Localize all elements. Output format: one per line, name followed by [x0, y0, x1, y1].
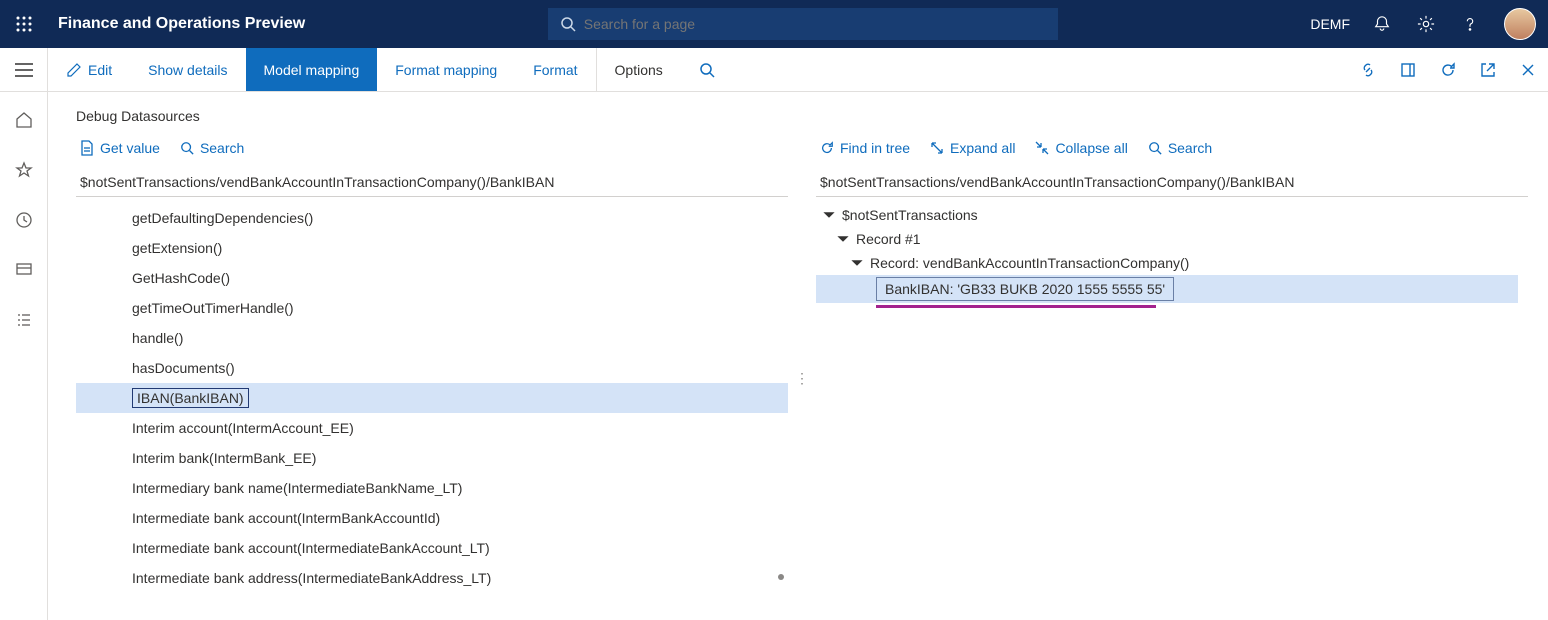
tree-row[interactable]: Intermediary bank name(IntermediateBankN…: [76, 473, 788, 503]
workspace-icon[interactable]: [0, 254, 48, 286]
global-search-input[interactable]: [584, 16, 1046, 32]
top-right: DEMF: [1300, 0, 1548, 48]
right-tree: $notSentTransactions Record #1 Record: v…: [816, 197, 1528, 620]
collapse-icon: [1035, 141, 1049, 155]
expand-all-button[interactable]: Expand all: [930, 140, 1015, 156]
left-tree: getDefaultingDependencies()getExtension(…: [76, 197, 788, 620]
tree-row[interactable]: IBAN(BankIBAN): [76, 383, 788, 413]
document-icon: [80, 140, 94, 156]
right-toolbar: Find in tree Expand all Collapse all Sea…: [816, 136, 1528, 168]
show-details-button[interactable]: Show details: [130, 48, 245, 91]
link-icon[interactable]: [1348, 62, 1388, 78]
tree-row[interactable]: Interim account(IntermAccount_EE): [76, 413, 788, 443]
caret-down-icon: [850, 256, 864, 270]
tree-row[interactable]: handle(): [76, 323, 788, 353]
tree-node-root[interactable]: $notSentTransactions: [816, 203, 1528, 227]
left-path: $notSentTransactions/vendBankAccountInTr…: [76, 168, 788, 197]
home-icon[interactable]: [0, 104, 48, 136]
format-tab[interactable]: Format: [515, 48, 595, 91]
page-heading: Debug Datasources: [76, 108, 1528, 124]
toolbar-search-icon[interactable]: [681, 48, 733, 91]
tree-node-record1[interactable]: Record #1: [816, 227, 1528, 251]
tree-row[interactable]: hasDocuments(): [76, 353, 788, 383]
hamburger-icon[interactable]: [0, 48, 48, 91]
clock-icon[interactable]: [0, 204, 48, 236]
tree-node-bankiban[interactable]: BankIBAN: 'GB33 BUKB 2020 1555 5555 55': [816, 275, 1518, 303]
left-search-button[interactable]: Search: [180, 140, 244, 156]
left-pane: Get value Search $notSentTransactions/ve…: [76, 136, 788, 620]
tree-row[interactable]: getTimeOutTimerHandle(): [76, 293, 788, 323]
tree-row[interactable]: getExtension(): [76, 233, 788, 263]
bell-icon[interactable]: [1360, 0, 1404, 48]
tree-row[interactable]: Interim bank(IntermBank_EE): [76, 443, 788, 473]
page-actions: Edit Show details Model mapping Format m…: [48, 48, 733, 91]
panes: Get value Search $notSentTransactions/ve…: [76, 136, 1528, 620]
tree-node-vendbank[interactable]: Record: vendBankAccountInTransactionComp…: [816, 251, 1528, 275]
gear-icon[interactable]: [1404, 0, 1448, 48]
modules-icon[interactable]: [0, 304, 48, 336]
tree-row[interactable]: GetHashCode(): [76, 263, 788, 293]
get-value-button[interactable]: Get value: [80, 140, 160, 156]
edit-label: Edit: [88, 62, 112, 78]
star-icon[interactable]: [0, 154, 48, 186]
help-icon[interactable]: [1448, 0, 1492, 48]
options-button[interactable]: Options: [596, 48, 681, 91]
page-right-icons: [1348, 48, 1548, 91]
tree-row[interactable]: getDefaultingDependencies(): [76, 203, 788, 233]
side-rail: [0, 92, 48, 620]
highlight-underline: [876, 305, 1156, 308]
edit-button[interactable]: Edit: [48, 48, 130, 91]
search-icon: [560, 16, 576, 32]
format-mapping-tab[interactable]: Format mapping: [377, 48, 515, 91]
right-path: $notSentTransactions/vendBankAccountInTr…: [816, 168, 1528, 197]
top-nav: Finance and Operations Preview DEMF: [0, 0, 1548, 48]
tree-row[interactable]: Intermediate bank address(IntermediateBa…: [76, 563, 788, 593]
left-toolbar: Get value Search: [76, 136, 788, 168]
tree-row[interactable]: Intermediate bank account(IntermBankAcco…: [76, 503, 788, 533]
content: Debug Datasources Get value Search $notS…: [48, 92, 1548, 620]
pencil-icon: [66, 62, 82, 78]
right-search-button[interactable]: Search: [1148, 140, 1212, 156]
right-pane: Find in tree Expand all Collapse all Sea…: [816, 136, 1528, 620]
company-code[interactable]: DEMF: [1300, 16, 1360, 32]
panel-icon[interactable]: [1388, 62, 1428, 78]
avatar[interactable]: [1504, 8, 1536, 40]
popout-icon[interactable]: [1468, 62, 1508, 78]
refresh-icon: [820, 141, 834, 155]
expand-icon: [930, 141, 944, 155]
tree-row[interactable]: Intermediate bank account(IntermediateBa…: [76, 533, 788, 563]
search-icon: [1148, 141, 1162, 155]
body: Debug Datasources Get value Search $notS…: [0, 92, 1548, 620]
search-icon: [180, 141, 194, 155]
caret-down-icon: [822, 208, 836, 222]
page-bar: Edit Show details Model mapping Format m…: [0, 48, 1548, 92]
waffle-icon[interactable]: [0, 0, 48, 48]
model-mapping-tab[interactable]: Model mapping: [246, 48, 378, 91]
scroll-indicator: [778, 574, 784, 580]
global-search[interactable]: [548, 8, 1058, 40]
tree-row-label: IBAN(BankIBAN): [132, 388, 249, 408]
collapse-all-button[interactable]: Collapse all: [1035, 140, 1127, 156]
splitter-handle[interactable]: ⋮: [798, 136, 806, 620]
find-in-tree-button[interactable]: Find in tree: [820, 140, 910, 156]
refresh-icon[interactable]: [1428, 62, 1468, 78]
close-icon[interactable]: [1508, 62, 1548, 78]
caret-down-icon: [836, 232, 850, 246]
app-title: Finance and Operations Preview: [58, 15, 305, 33]
search-wrap: [305, 8, 1300, 40]
